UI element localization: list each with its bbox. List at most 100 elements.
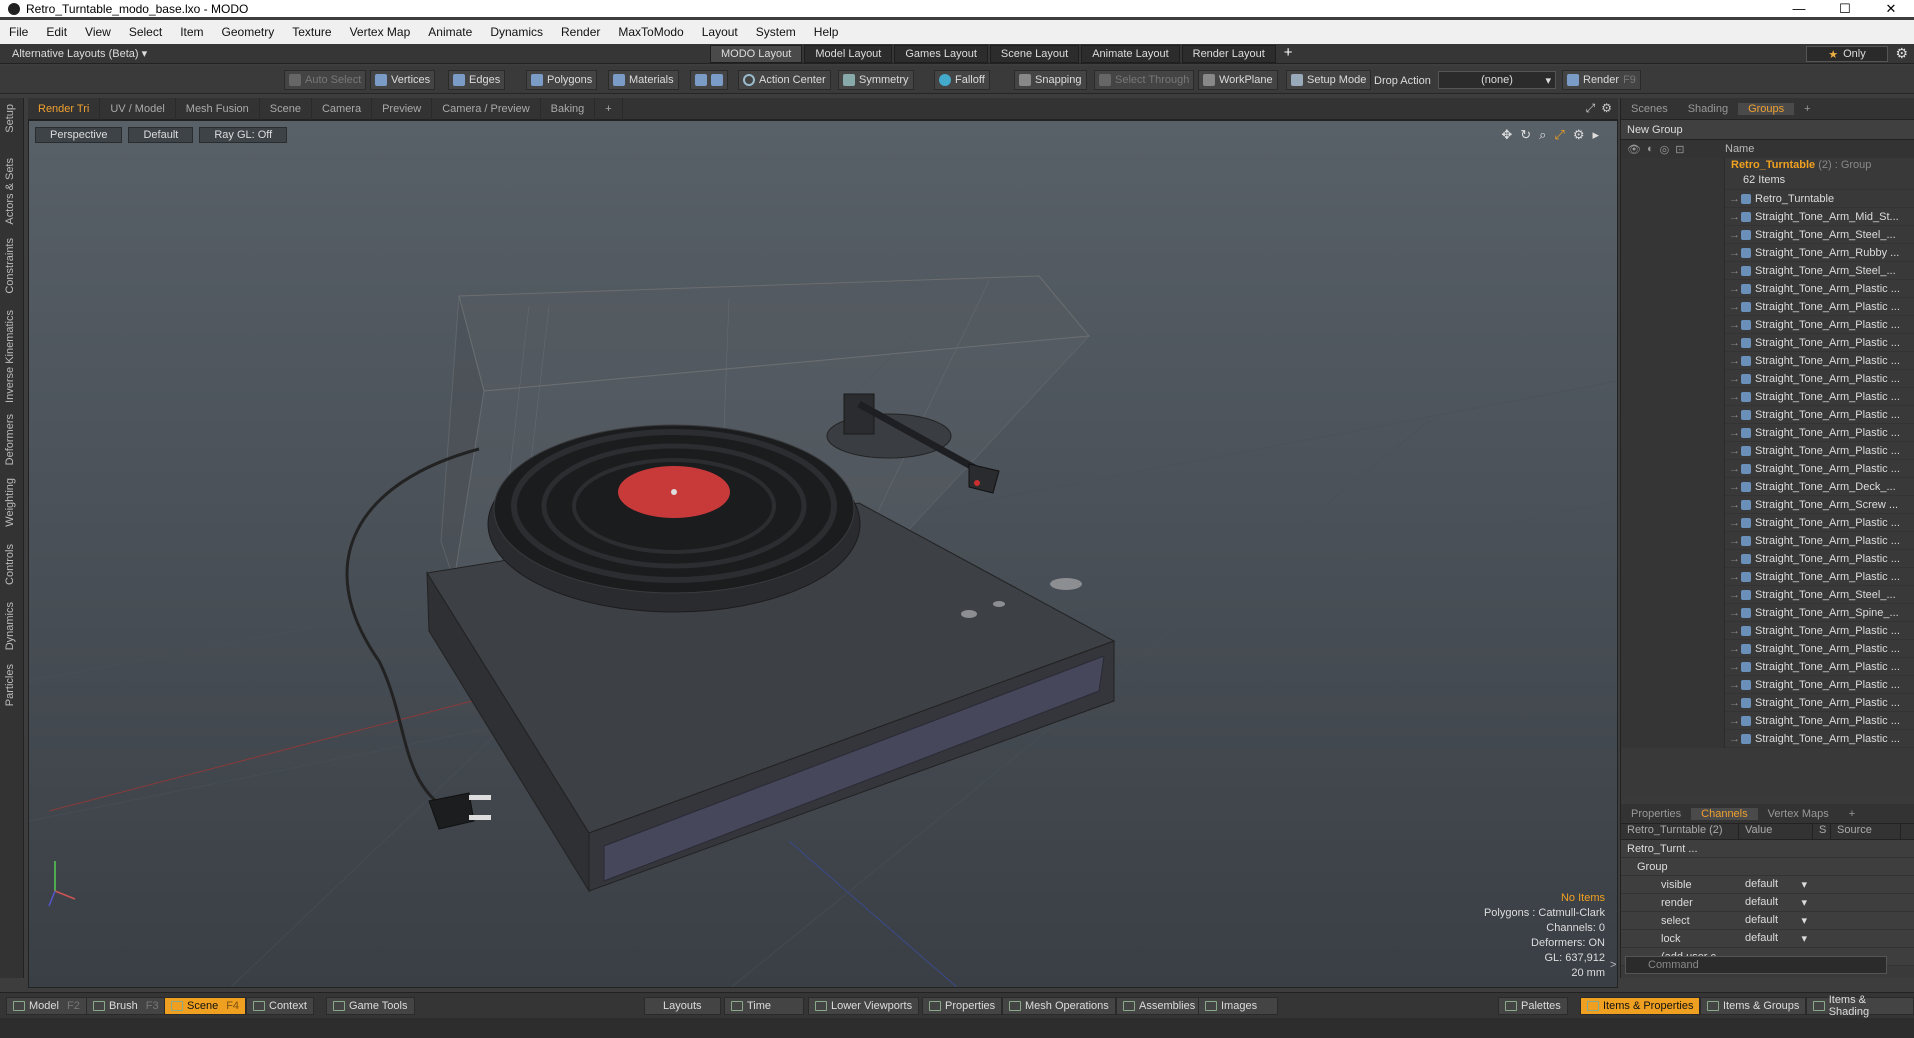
shading-dropdown[interactable]: Default <box>128 127 194 143</box>
channel-value[interactable]: default ▾ <box>1739 896 1813 909</box>
group-item-row[interactable]: → Straight_Tone_Arm_Steel_... <box>1621 585 1914 604</box>
tab-channels[interactable]: Channels <box>1691 807 1758 820</box>
group-item-row[interactable]: → Straight_Tone_Arm_Plastic ... <box>1621 423 1914 442</box>
menu-maxtomodo[interactable]: MaxToModo <box>609 25 692 39</box>
item-visibility-cols[interactable] <box>1621 207 1725 226</box>
scene-button[interactable]: Scene F4 <box>164 997 247 1015</box>
render-col-icon[interactable]: ◐ <box>1647 143 1654 156</box>
move-view-icon[interactable]: ✥ <box>1501 127 1512 143</box>
tab-shading[interactable]: Shading <box>1678 103 1738 115</box>
materials-button[interactable]: Materials <box>608 70 679 90</box>
item-visibility-cols[interactable] <box>1621 729 1725 748</box>
menu-render[interactable]: Render <box>552 25 609 39</box>
mesh-operations-button[interactable]: Mesh Operations <box>1002 997 1116 1015</box>
tab-controls[interactable]: Controls <box>4 544 16 585</box>
tab-add[interactable]: + <box>1794 103 1820 115</box>
channel-row[interactable]: render default ▾ <box>1621 894 1914 912</box>
vp-tab-mesh-fusion[interactable]: Mesh Fusion <box>176 97 260 120</box>
properties-button[interactable]: Properties <box>922 997 1003 1015</box>
group-item-row[interactable]: → Straight_Tone_Arm_Plastic ... <box>1621 675 1914 694</box>
layouts-button[interactable]: Layouts <box>644 997 721 1015</box>
3d-viewport[interactable]: Perspective Default Ray GL: Off ✥ ↻ ⌕ ⤢ … <box>28 120 1618 988</box>
tab-add-channels[interactable]: + <box>1839 808 1865 820</box>
channel-row[interactable]: lock default ▾ <box>1621 930 1914 948</box>
group-item-row[interactable]: → Straight_Tone_Arm_Deck_... <box>1621 477 1914 496</box>
lower-viewports-button[interactable]: Lower Viewports <box>808 997 920 1015</box>
group-item-row[interactable]: → Straight_Tone_Arm_Plastic ... <box>1621 729 1914 748</box>
item-visibility-cols[interactable] <box>1621 315 1725 334</box>
perspective-dropdown[interactable]: Perspective <box>35 127 123 143</box>
menu-dynamics[interactable]: Dynamics <box>481 25 552 39</box>
item-visibility-cols[interactable] <box>1621 711 1725 730</box>
item-visibility-cols[interactable] <box>1621 639 1725 658</box>
vp-tab-uv-model[interactable]: UV / Model <box>100 97 176 120</box>
tab-properties[interactable]: Properties <box>1621 808 1691 820</box>
fit-view-icon[interactable]: ⤢ <box>1554 127 1564 143</box>
expand-icon[interactable]: ⤢ <box>1586 101 1596 116</box>
edges-button[interactable]: Edges <box>448 70 506 90</box>
group-item-row[interactable]: → Straight_Tone_Arm_Plastic ... <box>1621 297 1914 316</box>
layout-tab-scene[interactable]: Scene Layout <box>989 45 1080 63</box>
symmetry-button[interactable]: Symmetry <box>838 70 914 90</box>
model-button[interactable]: Model F2 <box>6 997 87 1015</box>
workplane-button[interactable]: WorkPlane <box>1198 70 1278 90</box>
action-center-button[interactable]: Action Center <box>738 70 831 90</box>
item-visibility-cols[interactable] <box>1621 189 1725 208</box>
vp-tab-preview[interactable]: Preview <box>372 97 433 120</box>
group-item-row[interactable]: → Straight_Tone_Arm_Steel_... <box>1621 261 1914 280</box>
item-visibility-cols[interactable] <box>1621 405 1725 424</box>
lock-icon[interactable]: ⊡ <box>1675 143 1684 156</box>
channel-value[interactable]: default ▾ <box>1739 878 1813 891</box>
group-item-row[interactable]: → Straight_Tone_Arm_Rubby ... <box>1621 243 1914 262</box>
tab-scenes[interactable]: Scenes <box>1621 103 1678 115</box>
group-item-row[interactable]: → Straight_Tone_Arm_Plastic ... <box>1621 405 1914 424</box>
item-visibility-cols[interactable] <box>1621 279 1725 298</box>
time-button[interactable]: Time <box>724 997 804 1015</box>
layout-tab-games[interactable]: Games Layout <box>894 45 988 63</box>
vp-tab-camera-preview[interactable]: Camera / Preview <box>432 97 541 120</box>
group-item-row[interactable]: → Straight_Tone_Arm_Plastic ... <box>1621 657 1914 676</box>
assemblies-button[interactable]: Assemblies <box>1116 997 1203 1015</box>
group-item-row[interactable]: → Straight_Tone_Arm_Plastic ... <box>1621 639 1914 658</box>
group-item-row[interactable]: → Straight_Tone_Arm_Plastic ... <box>1621 693 1914 712</box>
menu-item[interactable]: Item <box>171 25 212 39</box>
item-visibility-cols[interactable] <box>1621 693 1725 712</box>
group-item-row[interactable]: → Straight_Tone_Arm_Plastic ... <box>1621 531 1914 550</box>
new-group-button[interactable]: New Group <box>1621 120 1914 140</box>
group-item-row[interactable]: → Straight_Tone_Arm_Screw ... <box>1621 495 1914 514</box>
item-visibility-cols[interactable] <box>1621 459 1725 478</box>
close-button[interactable]: ✕ <box>1868 0 1914 17</box>
menu-help[interactable]: Help <box>805 25 848 39</box>
images-button[interactable]: Images <box>1198 997 1278 1015</box>
gear-icon[interactable]: ⚙ <box>1895 45 1908 62</box>
layout-tab-model[interactable]: Model Layout <box>804 45 893 63</box>
item-visibility-cols[interactable] <box>1621 603 1725 622</box>
group-item-row[interactable]: → Straight_Tone_Arm_Plastic ... <box>1621 279 1914 298</box>
brush-button[interactable]: Brush F3 <box>86 997 166 1015</box>
rotate-view-icon[interactable]: ↻ <box>1520 127 1531 143</box>
tab-deformers[interactable]: Deformers <box>4 414 16 465</box>
group-item-row[interactable]: → Straight_Tone_Arm_Plastic ... <box>1621 711 1914 730</box>
item-visibility-cols[interactable] <box>1621 477 1725 496</box>
menu-animate[interactable]: Animate <box>419 25 481 39</box>
vp-tab-baking[interactable]: Baking <box>541 97 596 120</box>
group-item-row[interactable]: → Straight_Tone_Arm_Spine_... <box>1621 603 1914 622</box>
selection-sets-button[interactable] <box>690 70 728 90</box>
auto-select-button[interactable]: Auto Select <box>284 70 367 90</box>
item-visibility-cols[interactable] <box>1621 657 1725 676</box>
group-item-row[interactable]: → Straight_Tone_Arm_Plastic ... <box>1621 333 1914 352</box>
group-item-row[interactable]: → Retro_Turntable <box>1621 189 1914 208</box>
item-visibility-cols[interactable] <box>1621 675 1725 694</box>
menu-view[interactable]: View <box>76 25 120 39</box>
item-visibility-cols[interactable] <box>1621 423 1725 442</box>
tab-inverse-kinematics[interactable]: Inverse Kinematics <box>4 310 16 403</box>
menu-vertex-map[interactable]: Vertex Map <box>341 25 420 39</box>
group-item-row[interactable]: → Straight_Tone_Arm_Plastic ... <box>1621 459 1914 478</box>
group-item-row[interactable]: → Straight_Tone_Arm_Plastic ... <box>1621 621 1914 640</box>
menu-layout[interactable]: Layout <box>693 25 747 39</box>
items-groups-button[interactable]: Items & Groups <box>1700 997 1807 1015</box>
menu-file[interactable]: File <box>0 25 37 39</box>
raygl-toggle[interactable]: Ray GL: Off <box>199 127 288 143</box>
command-input[interactable]: > Command <box>1610 956 1887 974</box>
menu-select[interactable]: Select <box>120 25 171 39</box>
